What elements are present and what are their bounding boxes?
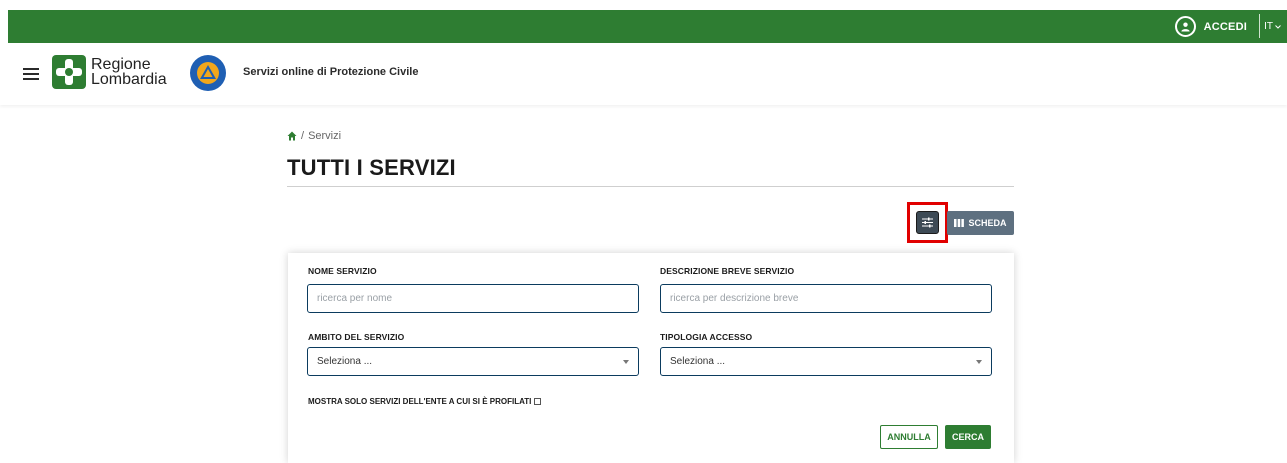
breadcrumb-separator: / [301, 130, 305, 142]
profiled-only-row: MOSTRA SOLO SERVIZI DELL'ENTE A CUI SI È… [308, 397, 542, 406]
protezione-civile-emblem [190, 55, 226, 91]
profiled-only-label: MOSTRA SOLO SERVIZI DELL'ENTE A CUI SI È… [308, 397, 532, 406]
user-circle-icon [1174, 16, 1196, 37]
nome-servizio-label: NOME SERVIZIO [308, 266, 377, 276]
logo-line-2: Lombardia [91, 71, 167, 88]
tipologia-select[interactable]: Seleziona ... [660, 347, 992, 376]
language-divider [1259, 14, 1260, 38]
top-bar: ACCEDI IT [8, 10, 1287, 43]
descrizione-input[interactable]: ricerca per descrizione breve [660, 284, 992, 313]
tipologia-label: TIPOLOGIA ACCESSO [660, 332, 753, 342]
language-label: IT [1264, 21, 1273, 32]
tipologia-selected: Seleziona ... [670, 356, 726, 367]
scheda-view-button[interactable]: SCHEDA [947, 211, 1014, 235]
scheda-label: SCHEDA [968, 218, 1007, 228]
page-title: TUTTI I SERVIZI [287, 155, 456, 180]
filter-toggle-button[interactable] [916, 211, 939, 234]
nome-servizio-input[interactable]: ricerca per nome [307, 284, 639, 313]
breadcrumb: / Servizi [287, 130, 341, 142]
chevron-down-icon [1275, 24, 1281, 29]
filter-panel: NOME SERVIZIO ricerca per nome DESCRIZIO… [288, 253, 1014, 463]
login-label: ACCEDI [1203, 20, 1247, 33]
ambito-select[interactable]: Seleziona ... [307, 347, 639, 376]
regione-lombardia-logo[interactable] [52, 55, 86, 89]
sliders-icon [922, 217, 933, 228]
login-button[interactable]: ACCEDI [1174, 16, 1247, 37]
logo-line-1: Regione [91, 56, 151, 73]
language-selector[interactable]: IT [1264, 21, 1281, 32]
cerca-button[interactable]: CERCA [945, 425, 991, 449]
grid-columns-icon [954, 219, 965, 227]
home-icon[interactable] [287, 131, 297, 141]
logo-text: Regione Lombardia [91, 56, 167, 88]
descrizione-label: DESCRIZIONE BREVE SERVIZIO [660, 266, 795, 276]
ambito-selected: Seleziona ... [317, 356, 373, 367]
chevron-down-icon [976, 360, 982, 364]
site-title[interactable]: Servizi online di Protezione Civile [243, 66, 418, 78]
hamburger-menu-icon[interactable] [23, 68, 39, 80]
site-header: Regione Lombardia Servizi online di Prot… [0, 43, 1287, 105]
annulla-button[interactable]: ANNULLA [880, 425, 938, 449]
profiled-only-checkbox[interactable] [534, 398, 542, 405]
title-divider [287, 186, 1014, 187]
breadcrumb-current: Servizi [308, 130, 342, 142]
ambito-label: AMBITO DEL SERVIZIO [308, 332, 405, 342]
chevron-down-icon [623, 360, 629, 364]
